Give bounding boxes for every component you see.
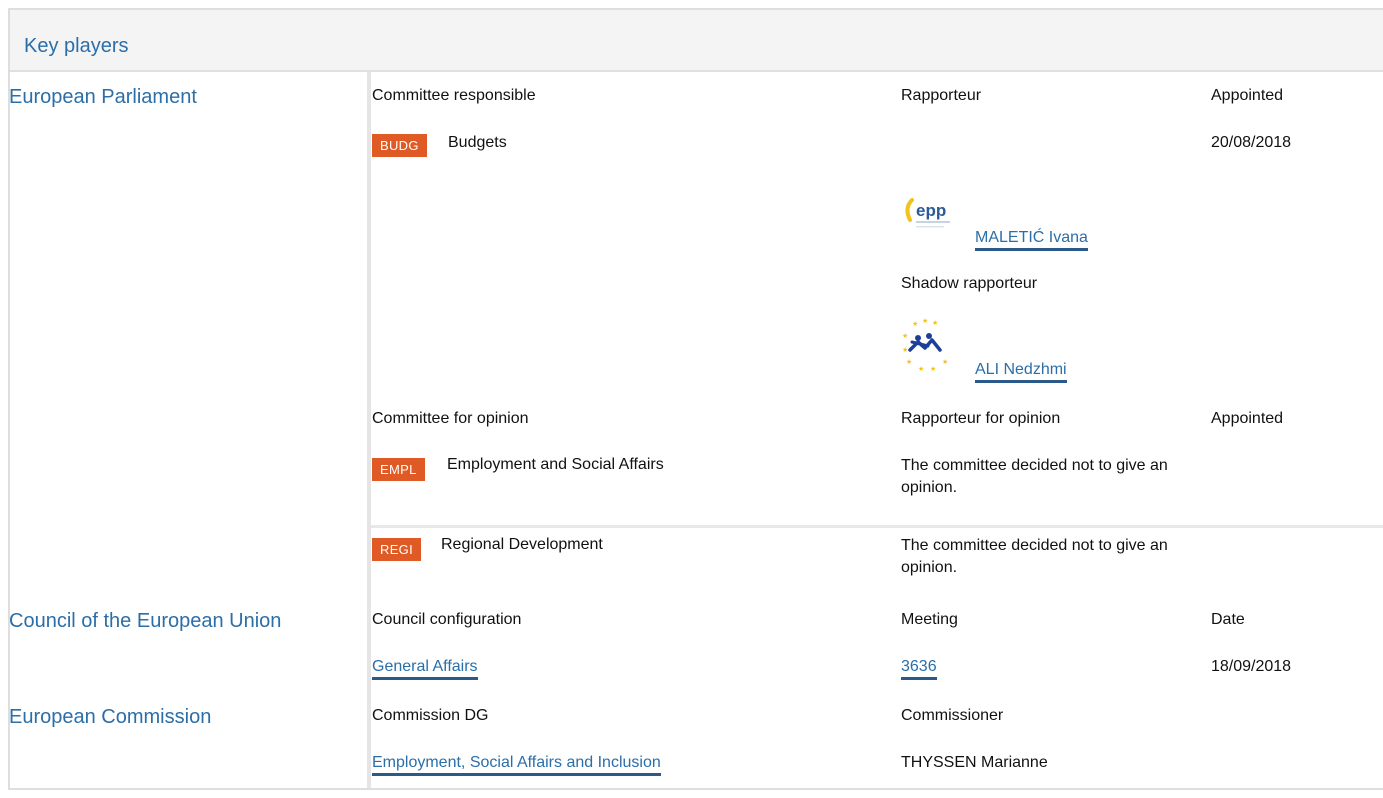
meeting-date: 18/09/2018 [1211, 658, 1292, 675]
institution-council: Council of the European Union [9, 610, 282, 632]
committee-badge-empl: EMPL [372, 458, 425, 481]
col-appointed-opinion: Appointed [1211, 410, 1284, 427]
svg-text:★: ★ [932, 319, 938, 327]
col-committee-responsible: Committee responsible [372, 87, 536, 104]
institution-commission: European Commission [9, 706, 212, 728]
renew-logo-icon: ★ ★ ★ ★ ★ ★ ★ ★ ★ [898, 316, 960, 378]
key-players-panel [8, 8, 1383, 790]
shadow-rapporteur-link[interactable]: ALI Nedzhmi [975, 361, 1067, 383]
col-rapporteur: Rapporteur [901, 87, 982, 104]
col-committee-for-opinion: Committee for opinion [372, 410, 529, 427]
col-date: Date [1211, 611, 1245, 628]
row-divider [371, 525, 1383, 528]
svg-text:★: ★ [902, 346, 908, 354]
col-appointed: Appointed [1211, 87, 1284, 104]
svg-text:★: ★ [942, 358, 948, 366]
committee-badge-regi: REGI [372, 538, 421, 561]
shadow-rapporteur-label: Shadow rapporteur [901, 275, 1038, 292]
svg-text:★: ★ [912, 320, 918, 328]
col-council-configuration: Council configuration [372, 611, 522, 628]
col-commission-dg: Commission DG [372, 707, 489, 724]
committee-name-empl: Employment and Social Affairs [447, 456, 664, 473]
committee-name-regi: Regional Development [441, 536, 603, 553]
panel-header: Key players [10, 10, 1383, 72]
committee-badge-budg: BUDG [372, 134, 427, 157]
institution-european-parliament: European Parliament [9, 86, 197, 108]
svg-text:★: ★ [922, 317, 928, 325]
epp-logo-icon: epp [898, 186, 960, 248]
commissioner-name: THYSSEN Marianne [901, 754, 1048, 771]
svg-text:★: ★ [930, 365, 936, 373]
svg-text:★: ★ [902, 332, 908, 340]
rapporteur-link[interactable]: MALETIĆ Ivana [975, 229, 1088, 251]
col-meeting: Meeting [901, 611, 958, 628]
council-configuration-link[interactable]: General Affairs [372, 658, 478, 680]
svg-text:epp: epp [916, 201, 946, 220]
opinion-note-empl: The committee decided not to give an opi… [901, 457, 1168, 496]
committee-name-budgets: Budgets [448, 134, 507, 151]
panel-title: Key players [24, 35, 129, 57]
appointed-date: 20/08/2018 [1211, 134, 1292, 151]
svg-text:★: ★ [906, 358, 912, 366]
svg-text:★: ★ [918, 365, 924, 373]
opinion-note-regi: The committee decided not to give an opi… [901, 537, 1168, 576]
col-rapporteur-for-opinion: Rapporteur for opinion [901, 410, 1061, 427]
column-divider [367, 72, 371, 788]
col-commissioner: Commissioner [901, 707, 1004, 724]
commission-dg-link[interactable]: Employment, Social Affairs and Inclusion [372, 754, 661, 776]
meeting-link[interactable]: 3636 [901, 658, 937, 680]
